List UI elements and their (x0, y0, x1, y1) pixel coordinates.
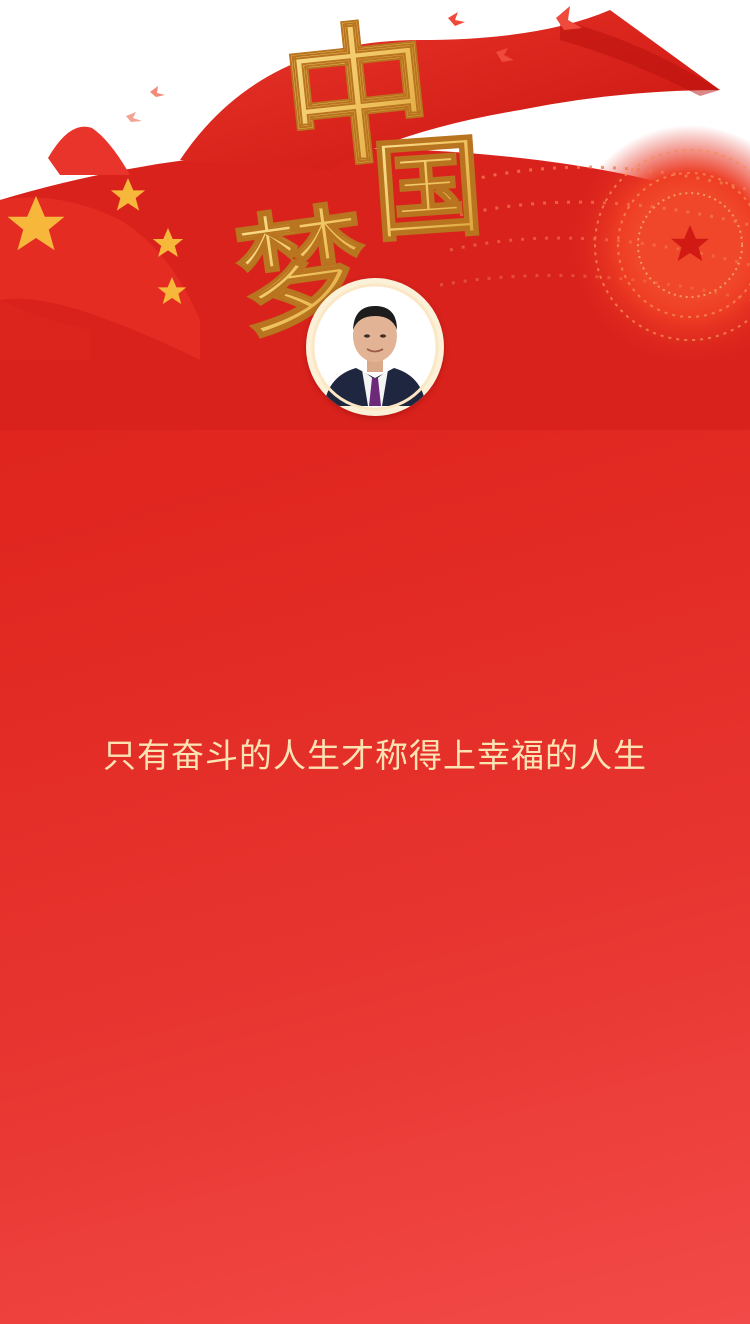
poster: 中 国 梦 只有奋斗的人生才称得上幸福的人生 (0, 0, 750, 1324)
avatar (306, 278, 444, 416)
slogan-text: 只有奋斗的人生才称得上幸福的人生 (103, 736, 647, 775)
